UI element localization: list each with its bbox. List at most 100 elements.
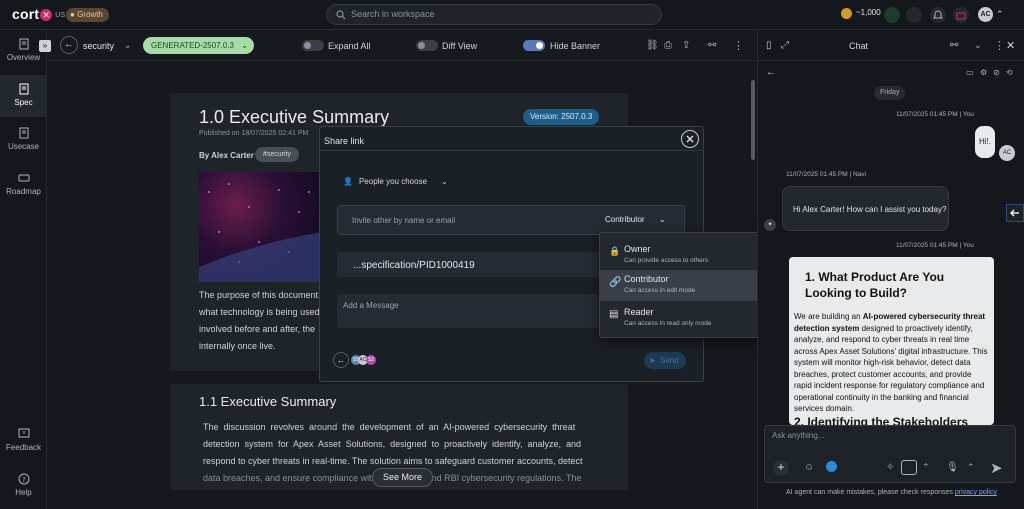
- search-input[interactable]: Search in workspace: [326, 4, 662, 25]
- roadmap-icon: [18, 174, 29, 182]
- scrollbar[interactable]: [751, 80, 755, 160]
- feedback-icon: [18, 428, 29, 438]
- logo[interactable]: cort ✕ US: [12, 6, 65, 22]
- role-selector[interactable]: Contributor ⌄: [605, 215, 666, 224]
- search-icon: [336, 10, 346, 20]
- nav-label: Feedback: [5, 443, 42, 452]
- people-label: People you choose: [358, 177, 428, 186]
- emoji-icon[interactable]: ☺: [804, 462, 814, 473]
- disclaimer-text: AI agent can make mistakes, please check…: [786, 489, 953, 496]
- privacy-policy-link[interactable]: privacy policy: [955, 489, 997, 496]
- more-icon[interactable]: ⋮: [733, 39, 744, 52]
- message-input[interactable]: [337, 294, 599, 328]
- chevron-up-icon[interactable]: ⌃: [967, 462, 975, 473]
- export-icon[interactable]: ⇪: [682, 40, 690, 51]
- nav-label: Roadmap: [6, 187, 41, 196]
- settings-icon[interactable]: ⚙: [980, 68, 987, 77]
- option-title: Reader: [624, 307, 654, 317]
- published-date: Published on 18/07/2025 02:41 PM: [199, 130, 309, 137]
- share-icon[interactable]: ⚯: [708, 40, 716, 51]
- chevron-down-icon: ⌄: [658, 215, 666, 224]
- help-icon: ?: [18, 473, 29, 485]
- logo-x-icon: ✕: [40, 9, 53, 22]
- search-placeholder: Search in workspace: [351, 9, 435, 19]
- option-desc: Can provide access to others: [624, 257, 709, 264]
- back-button[interactable]: ←: [60, 36, 78, 54]
- collapse-panel-button[interactable]: [1006, 204, 1024, 222]
- close-icon[interactable]: ✕: [1006, 39, 1015, 52]
- card-subheading: 2. Identifying the Stakeholders: [794, 415, 969, 425]
- globe-icon[interactable]: [826, 461, 837, 472]
- plan-badge[interactable]: ● Growth: [66, 8, 109, 22]
- chevron-up-icon[interactable]: ⌃: [996, 9, 1004, 20]
- nav-roadmap[interactable]: Roadmap: [0, 172, 47, 202]
- chevron-up-icon[interactable]: ⌃: [922, 462, 930, 473]
- diff-view-toggle[interactable]: [416, 40, 438, 51]
- chat-history-icon[interactable]: ▭: [966, 68, 974, 77]
- nav-label: Spec: [14, 98, 33, 107]
- status-icon[interactable]: [884, 7, 900, 23]
- close-button[interactable]: [681, 130, 699, 148]
- option-desc: Can access in edit mode: [624, 287, 696, 294]
- paragraph-line: what technology is being used: [199, 307, 320, 317]
- people-selector[interactable]: 👤 People you choose ⌄: [343, 177, 448, 186]
- ai-response-card: 1. What Product Are You Looking to Build…: [789, 257, 994, 425]
- user-avatar[interactable]: AC: [978, 7, 993, 22]
- bell-icon[interactable]: [930, 7, 946, 23]
- screen-capture-icon[interactable]: [901, 460, 917, 475]
- divider: [320, 150, 703, 151]
- credits-count: ~1,000: [856, 8, 881, 17]
- version-selector[interactable]: GENERATED-2507.0.3 ⌄: [143, 37, 254, 54]
- version-badge: Version: 2507.0.3: [523, 109, 600, 125]
- print-icon[interactable]: ⎙: [664, 40, 672, 51]
- nav-help[interactable]: ? Help: [0, 473, 47, 503]
- mic-off-icon[interactable]: 🎙: [946, 462, 959, 473]
- send-button[interactable]: ➤ Send: [644, 352, 686, 369]
- chat-input-placeholder: Ask anything...: [772, 431, 825, 440]
- project-name[interactable]: security: [83, 41, 114, 51]
- expand-all-toggle[interactable]: [302, 40, 324, 51]
- close-icon: [686, 135, 694, 143]
- region-label: US: [55, 11, 66, 19]
- collapse-nav-icon[interactable]: »: [39, 40, 51, 52]
- back-button[interactable]: ←: [333, 352, 349, 368]
- paragraph-line: The purpose of this document: [199, 290, 319, 300]
- hide-banner-toggle[interactable]: [523, 40, 545, 51]
- document-icon: [19, 127, 28, 139]
- reader-icon: ▤: [609, 309, 619, 320]
- role-selected: Contributor: [605, 215, 645, 224]
- user-access-icon: 👤: [343, 177, 353, 186]
- sidebar-toggle-icon[interactable]: ▯: [766, 40, 772, 51]
- chevron-down-icon[interactable]: ⌄: [124, 40, 132, 51]
- nav-label: Overview: [6, 53, 41, 62]
- history-icon[interactable]: ⟲: [1006, 68, 1013, 77]
- lock-icon: 🔒: [609, 246, 621, 256]
- invite-placeholder: Invite other by name or email: [352, 216, 456, 225]
- send-icon[interactable]: ➤: [990, 459, 1003, 477]
- link-icon: 🔗: [609, 277, 622, 288]
- expand-icon[interactable]: ⤢: [781, 40, 789, 51]
- nav-spec[interactable]: Spec: [0, 75, 47, 117]
- apps-icon[interactable]: [906, 7, 922, 23]
- share-link-url: ...specification/PID1000419: [353, 260, 475, 271]
- svg-text:?: ?: [22, 476, 26, 484]
- message-meta: 11/07/2025 01:45 PM | Navi: [786, 171, 866, 178]
- magic-icon[interactable]: ✧: [886, 462, 894, 473]
- share-icon[interactable]: ⚯: [950, 40, 958, 51]
- author: By Alex Carter: [199, 151, 254, 160]
- nav-feedback[interactable]: Feedback: [0, 428, 47, 458]
- link-icon[interactable]: ⛓: [646, 40, 659, 51]
- avatar: S2: [366, 355, 376, 365]
- nav-usecase[interactable]: Usecase: [0, 127, 47, 157]
- chevron-down-icon[interactable]: ⌄: [974, 40, 982, 51]
- see-more-button[interactable]: See More: [372, 468, 434, 487]
- message-meta: 11/07/2025 01:45 PM | You: [896, 111, 974, 118]
- tag-badge[interactable]: #security: [255, 147, 300, 162]
- add-attachment-button[interactable]: +: [773, 460, 789, 476]
- pin-icon[interactable]: ⊘: [993, 68, 1000, 77]
- back-arrow-icon[interactable]: ←: [766, 67, 776, 78]
- more-icon[interactable]: ⋮: [994, 39, 1005, 52]
- gift-icon[interactable]: [953, 7, 969, 23]
- hero-image: [199, 172, 323, 282]
- message-placeholder: Add a Message: [343, 301, 399, 310]
